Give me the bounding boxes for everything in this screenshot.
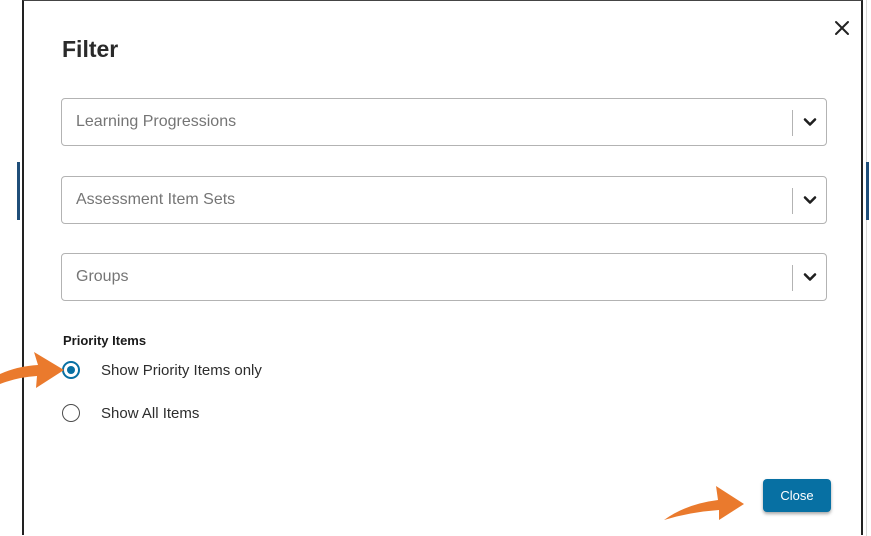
close-button[interactable]: Close xyxy=(763,479,831,512)
chevron-down-icon[interactable] xyxy=(800,190,820,210)
background-accent xyxy=(17,162,20,220)
background-divider xyxy=(866,0,867,536)
radio-label: Show All Items xyxy=(101,404,200,422)
learning-progressions-select[interactable]: Learning Progressions xyxy=(61,98,827,146)
radio-label: Show Priority Items only xyxy=(101,361,262,379)
radio-show-priority-only[interactable]: Show Priority Items only xyxy=(62,359,262,381)
assessment-item-sets-select[interactable]: Assessment Item Sets xyxy=(61,176,827,224)
select-separator xyxy=(792,110,793,136)
background-accent xyxy=(866,162,869,220)
chevron-down-icon[interactable] xyxy=(800,267,820,287)
priority-items-label: Priority Items xyxy=(63,333,147,348)
radio-show-all-items[interactable]: Show All Items xyxy=(62,402,199,424)
dialog-title: Filter xyxy=(62,36,119,62)
select-placeholder: Learning Progressions xyxy=(76,113,237,130)
annotation-arrow-icon xyxy=(664,486,744,520)
page-backdrop xyxy=(0,0,22,536)
select-separator xyxy=(792,265,793,291)
select-separator xyxy=(792,188,793,214)
groups-select[interactable]: Groups xyxy=(61,253,827,301)
close-icon[interactable] xyxy=(830,16,854,40)
chevron-down-icon[interactable] xyxy=(800,112,820,132)
filter-dialog: Filter Learning Progressions Assessment … xyxy=(22,0,863,535)
annotation-arrow-icon xyxy=(0,352,64,388)
select-placeholder: Assessment Item Sets xyxy=(76,191,236,208)
radio-button[interactable] xyxy=(62,404,80,422)
select-placeholder: Groups xyxy=(76,268,129,285)
